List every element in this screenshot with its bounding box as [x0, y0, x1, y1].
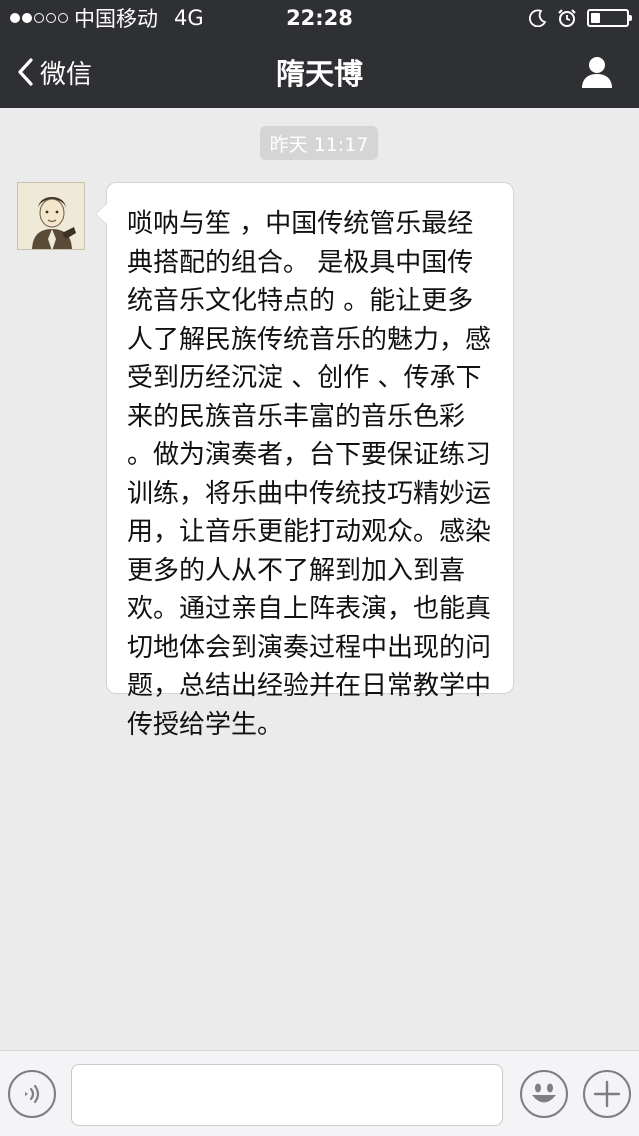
page-title-wrap: 隋天博 [0, 36, 639, 108]
bubble-tail [96, 204, 107, 224]
nav-bar: 微信 隋天博 [0, 36, 639, 108]
signal-dot [22, 13, 32, 23]
status-left: 中国移动 4G [10, 3, 204, 33]
moon-icon [529, 9, 547, 27]
back-button[interactable]: 微信 [16, 36, 92, 108]
person-icon [582, 57, 612, 88]
battery-fill [591, 13, 600, 23]
emoji-icon [532, 1083, 556, 1103]
plus-icon [593, 1080, 621, 1108]
signal-dot [34, 13, 44, 23]
avatar-portrait-image [18, 183, 84, 249]
voice-icon [25, 1084, 40, 1104]
message-bubble[interactable]: 唢呐与笙 ，中国传统管乐最经典搭配的组合。 是极具中国传统音乐文化特点的 。能让… [106, 182, 514, 740]
emoji-button[interactable] [520, 1070, 568, 1118]
signal-dot [46, 13, 56, 23]
message-text: 唢呐与笙 ，中国传统管乐最经典搭配的组合。 是极具中国传统音乐文化特点的 。能让… [127, 209, 492, 740]
message-timestamp: 昨天 11:17 [260, 126, 378, 160]
alarm-clock-icon [558, 9, 576, 27]
chevron-left-icon [18, 58, 33, 86]
signal-dot [58, 13, 68, 23]
status-right [529, 8, 632, 28]
message-list[interactable]: 昨天 11:17 唢呐与笙 ，中国传统管乐最经典搭配的组合。 是极具中国传统音乐… [0, 108, 639, 1050]
avatar[interactable] [17, 182, 85, 250]
network-label: 4G [174, 6, 204, 30]
battery-icon [587, 9, 632, 27]
carrier-label: 中国移动 [74, 7, 158, 31]
voice-input-button[interactable] [8, 1070, 56, 1118]
back-label: 微信 [40, 59, 93, 90]
input-toolbar [0, 1050, 639, 1136]
signal-strength-icon [10, 13, 68, 23]
chat-screen: 中国移动 4G 22:28 微信 隋天博 昨天 11:17 唢呐与笙 ，中国传统… [0, 0, 639, 1136]
more-options-button[interactable] [583, 1070, 631, 1118]
page-title: 隋天博 [275, 57, 363, 91]
message-input[interactable] [71, 1064, 503, 1126]
status-bar: 中国移动 4G 22:28 [0, 0, 639, 36]
signal-dot [10, 13, 20, 23]
chat-profile-button[interactable] [579, 54, 615, 90]
